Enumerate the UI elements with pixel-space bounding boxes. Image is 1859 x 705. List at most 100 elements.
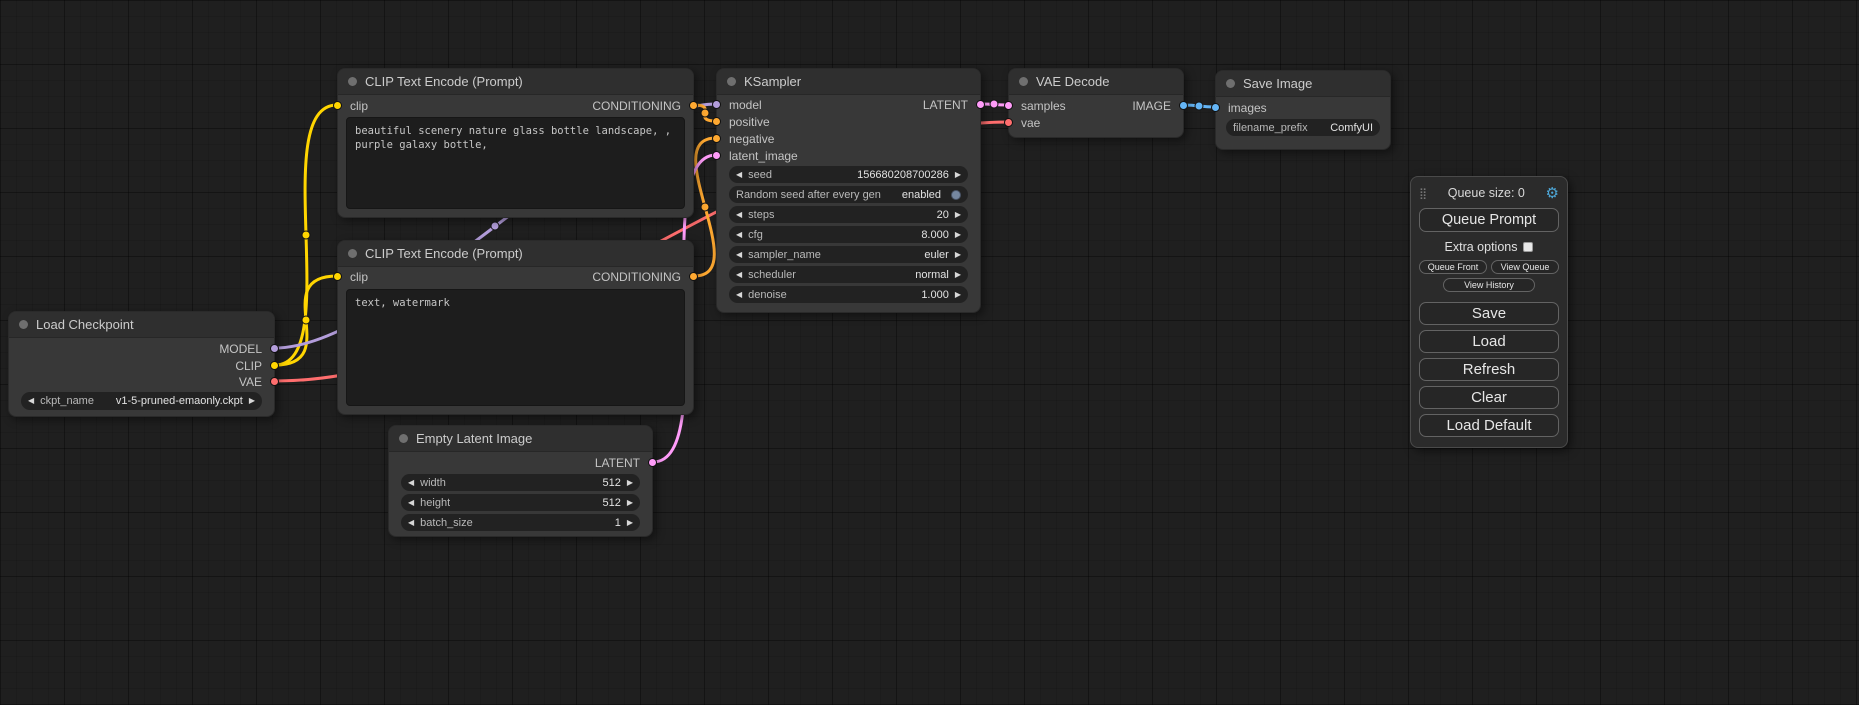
decrement-icon[interactable]: ◀: [408, 479, 414, 487]
node-title-bar[interactable]: KSampler: [717, 69, 980, 95]
node-empty-latent-image[interactable]: Empty Latent Image LATENT ◀ width 512 ▶ …: [388, 425, 653, 537]
sampler-name-widget[interactable]: ◀ sampler_name euler ▶: [729, 246, 968, 263]
steps-widget[interactable]: ◀ steps 20 ▶: [729, 206, 968, 223]
node-clip-text-encode-negative[interactable]: CLIP Text Encode (Prompt) clip CONDITION…: [337, 240, 694, 415]
collapse-dot-icon[interactable]: [1019, 77, 1028, 86]
increment-icon[interactable]: ▶: [955, 251, 961, 259]
increment-icon[interactable]: ▶: [249, 397, 255, 405]
collapse-dot-icon[interactable]: [348, 249, 357, 258]
conditioning-output-port[interactable]: [689, 272, 698, 281]
queue-prompt-button[interactable]: Queue Prompt: [1419, 208, 1559, 232]
increment-icon[interactable]: ▶: [627, 519, 633, 527]
drag-handle-icon[interactable]: ⣿: [1419, 187, 1427, 200]
model-output-port[interactable]: [270, 344, 279, 353]
output-label-model: MODEL: [219, 342, 262, 356]
denoise-widget[interactable]: ◀ denoise 1.000 ▶: [729, 286, 968, 303]
images-input-port[interactable]: [1211, 103, 1220, 112]
clip-output-port[interactable]: [270, 361, 279, 370]
input-label-latent-image: latent_image: [729, 149, 798, 163]
scheduler-widget[interactable]: ◀ scheduler normal ▶: [729, 266, 968, 283]
queue-menu-panel[interactable]: ⣿ Queue size: 0 ⚙ Queue Prompt Extra opt…: [1410, 176, 1568, 448]
conditioning-output-port[interactable]: [689, 101, 698, 110]
settings-gear-icon[interactable]: ⚙: [1546, 186, 1559, 201]
load-button[interactable]: Load: [1419, 330, 1559, 353]
random-seed-toggle-widget[interactable]: Random seed after every gen enabled: [729, 186, 968, 203]
decrement-icon[interactable]: ◀: [736, 291, 742, 299]
node-graph-canvas[interactable]: Load Checkpoint MODEL CLIP VAE ◀ ckpt_na…: [0, 0, 1859, 705]
widget-value: 8.000: [921, 229, 949, 241]
clear-button[interactable]: Clear: [1419, 386, 1559, 409]
increment-icon[interactable]: ▶: [627, 499, 633, 507]
clip-input-port[interactable]: [333, 101, 342, 110]
load-default-button[interactable]: Load Default: [1419, 414, 1559, 437]
node-title-bar[interactable]: CLIP Text Encode (Prompt): [338, 69, 693, 95]
vae-input-port[interactable]: [1004, 118, 1013, 127]
filename-prefix-widget[interactable]: filename_prefix ComfyUI: [1226, 119, 1380, 136]
positive-prompt-textarea[interactable]: beautiful scenery nature glass bottle la…: [346, 117, 685, 209]
node-title: VAE Decode: [1036, 74, 1109, 89]
vae-output-port[interactable]: [270, 377, 279, 386]
increment-icon[interactable]: ▶: [627, 479, 633, 487]
cfg-widget[interactable]: ◀ cfg 8.000 ▶: [729, 226, 968, 243]
refresh-button[interactable]: Refresh: [1419, 358, 1559, 381]
node-load-checkpoint[interactable]: Load Checkpoint MODEL CLIP VAE ◀ ckpt_na…: [8, 311, 275, 417]
decrement-icon[interactable]: ◀: [28, 397, 34, 405]
widget-value: enabled: [902, 189, 941, 201]
node-ksampler[interactable]: KSampler model LATENT positive negative …: [716, 68, 981, 313]
samples-input-port[interactable]: [1004, 101, 1013, 110]
view-history-button[interactable]: View History: [1443, 278, 1535, 292]
ckpt-name-widget[interactable]: ◀ ckpt_name v1-5-pruned-emaonly.ckpt ▶: [21, 392, 262, 410]
increment-icon[interactable]: ▶: [955, 171, 961, 179]
decrement-icon[interactable]: ◀: [736, 211, 742, 219]
seed-widget[interactable]: ◀ seed 156680208700286 ▶: [729, 166, 968, 183]
positive-input-port[interactable]: [712, 117, 721, 126]
collapse-dot-icon[interactable]: [727, 77, 736, 86]
latent-output-port[interactable]: [976, 100, 985, 109]
clip-input-port[interactable]: [333, 272, 342, 281]
output-label-vae: VAE: [239, 375, 262, 389]
height-widget[interactable]: ◀ height 512 ▶: [401, 494, 640, 511]
increment-icon[interactable]: ▶: [955, 271, 961, 279]
model-input-port[interactable]: [712, 100, 721, 109]
node-title: Load Checkpoint: [36, 317, 134, 332]
increment-icon[interactable]: ▶: [955, 211, 961, 219]
increment-icon[interactable]: ▶: [955, 291, 961, 299]
input-label-samples: samples: [1021, 99, 1066, 113]
queue-front-button[interactable]: Queue Front: [1419, 260, 1487, 274]
node-vae-decode[interactable]: VAE Decode samples IMAGE vae: [1008, 68, 1184, 138]
collapse-dot-icon[interactable]: [399, 434, 408, 443]
latent-image-input-port[interactable]: [712, 151, 721, 160]
negative-prompt-textarea[interactable]: text, watermark: [346, 289, 685, 406]
decrement-icon[interactable]: ◀: [736, 231, 742, 239]
width-widget[interactable]: ◀ width 512 ▶: [401, 474, 640, 491]
decrement-icon[interactable]: ◀: [736, 171, 742, 179]
node-clip-text-encode-positive[interactable]: CLIP Text Encode (Prompt) clip CONDITION…: [337, 68, 694, 218]
view-queue-button[interactable]: View Queue: [1491, 260, 1559, 274]
extra-options-checkbox[interactable]: [1523, 242, 1533, 252]
input-label-images: images: [1228, 101, 1267, 115]
latent-output-port[interactable]: [648, 458, 657, 467]
node-title-bar[interactable]: VAE Decode: [1009, 69, 1183, 95]
collapse-dot-icon[interactable]: [348, 77, 357, 86]
save-button[interactable]: Save: [1419, 302, 1559, 325]
node-save-image[interactable]: Save Image images filename_prefix ComfyU…: [1215, 70, 1391, 150]
decrement-icon[interactable]: ◀: [736, 271, 742, 279]
output-label-image: IMAGE: [1132, 99, 1171, 113]
decrement-icon[interactable]: ◀: [736, 251, 742, 259]
decrement-icon[interactable]: ◀: [408, 519, 414, 527]
node-title-bar[interactable]: CLIP Text Encode (Prompt): [338, 241, 693, 267]
node-title-bar[interactable]: Load Checkpoint: [9, 312, 274, 338]
node-title-bar[interactable]: Empty Latent Image: [389, 426, 652, 452]
negative-input-port[interactable]: [712, 134, 721, 143]
collapse-dot-icon[interactable]: [19, 320, 28, 329]
increment-icon[interactable]: ▶: [955, 231, 961, 239]
image-output-port[interactable]: [1179, 101, 1188, 110]
node-title-bar[interactable]: Save Image: [1216, 71, 1390, 97]
decrement-icon[interactable]: ◀: [408, 499, 414, 507]
collapse-dot-icon[interactable]: [1226, 79, 1235, 88]
toggle-indicator-icon[interactable]: [951, 190, 961, 200]
widget-value: 20: [937, 209, 949, 221]
widget-value: 512: [602, 477, 620, 489]
widget-label: scheduler: [748, 269, 796, 281]
batch-size-widget[interactable]: ◀ batch_size 1 ▶: [401, 514, 640, 531]
